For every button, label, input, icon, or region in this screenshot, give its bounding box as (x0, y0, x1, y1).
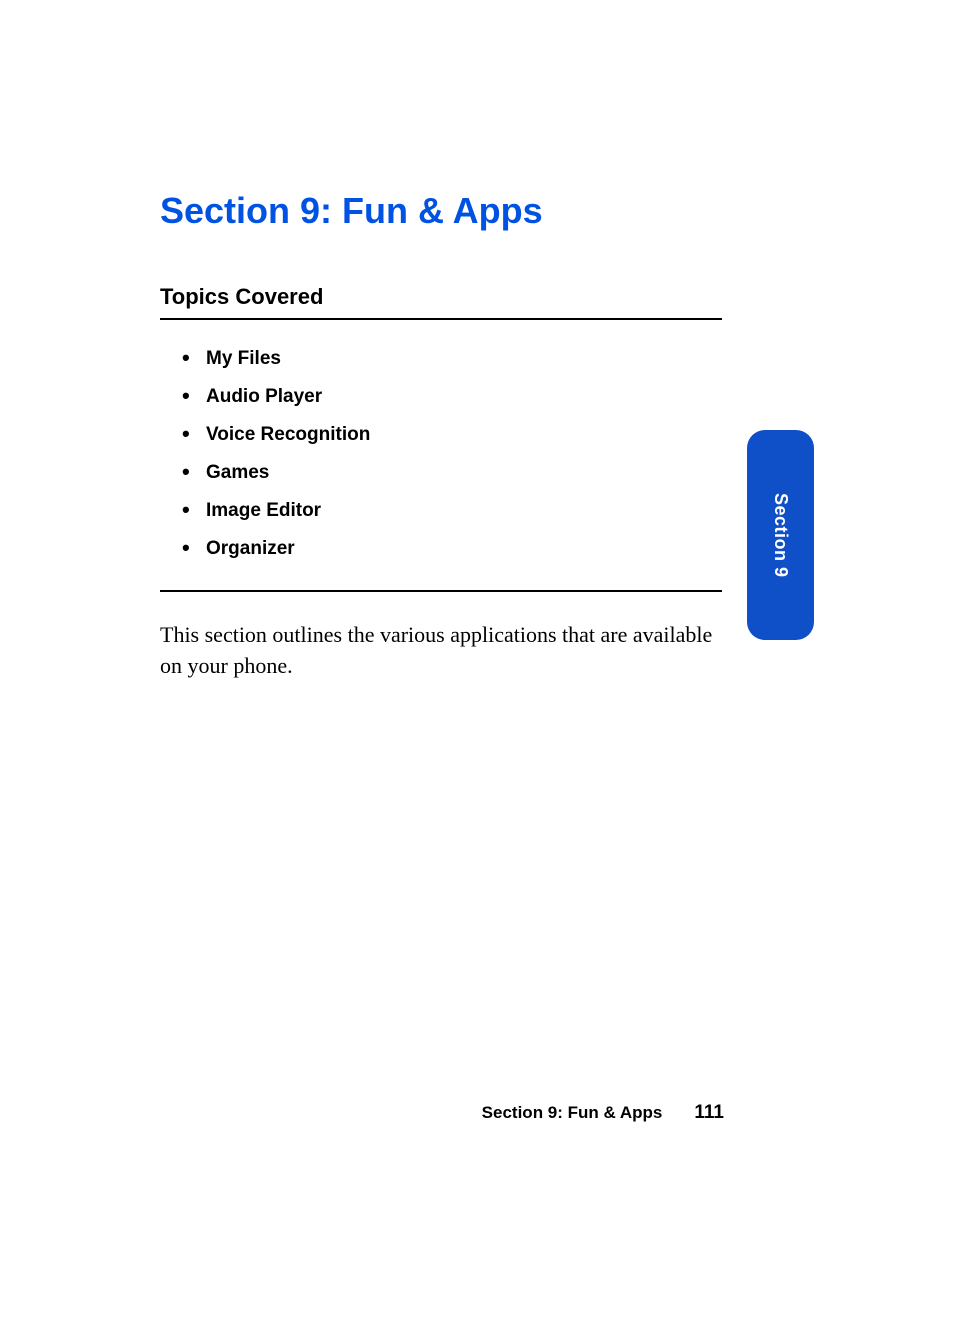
topics-list: My Files Audio Player Voice Recognition … (160, 348, 724, 560)
list-item: Audio Player (182, 386, 724, 408)
body-text: This section outlines the various applic… (160, 620, 722, 682)
side-tab-label: Section 9 (770, 493, 791, 578)
list-item: Image Editor (182, 500, 724, 522)
list-item: Games (182, 462, 724, 484)
list-item: Organizer (182, 538, 724, 560)
topics-heading: Topics Covered (160, 284, 724, 310)
footer-section-label: Section 9: Fun & Apps (482, 1103, 663, 1123)
footer-page-number: 111 (694, 1102, 724, 1124)
section-title: Section 9: Fun & Apps (160, 190, 724, 232)
list-item: Voice Recognition (182, 424, 724, 446)
divider-top (160, 318, 722, 320)
page-footer: Section 9: Fun & Apps 111 (482, 1102, 724, 1124)
list-item: My Files (182, 348, 724, 370)
side-tab: Section 9 (747, 430, 814, 640)
divider-bottom (160, 590, 722, 592)
